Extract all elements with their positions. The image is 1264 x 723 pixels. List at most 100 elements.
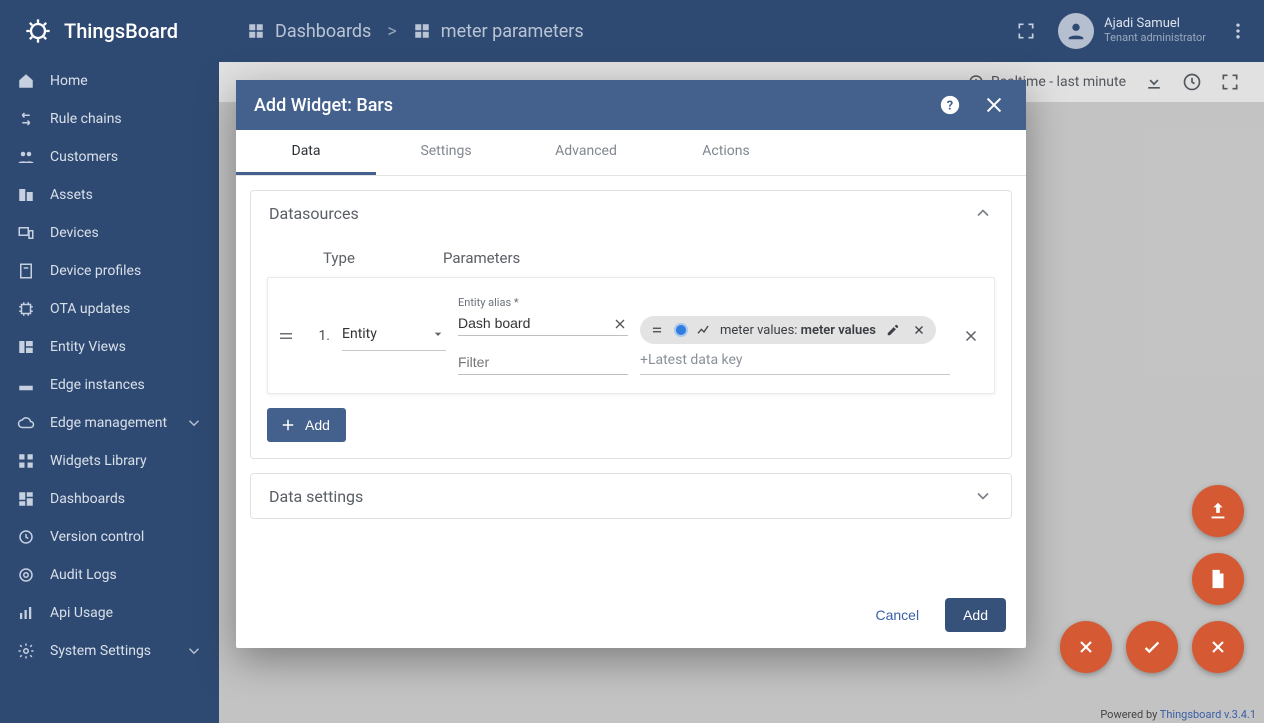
sidebar-item-edge-instances[interactable]: Edge instances <box>0 366 219 404</box>
sidebar-item-devices[interactable]: Devices <box>0 214 219 252</box>
sidebar-item-label: OTA updates <box>50 301 130 317</box>
sidebar-item-label: Version control <box>50 529 144 545</box>
sidebar-item-label: Devices <box>50 225 99 241</box>
data-key-chip[interactable]: meter values: meter values <box>640 316 936 344</box>
app-bar: ThingsBoard Dashboards > meter parameter… <box>0 0 1264 62</box>
gear-icon <box>16 641 36 661</box>
timeseries-icon <box>696 322 712 338</box>
clear-icon[interactable] <box>612 316 628 332</box>
add-label: Add <box>305 417 330 433</box>
sidebar-item-widgets-library[interactable]: Widgets Library <box>0 442 219 480</box>
breadcrumb-current[interactable]: meter parameters <box>413 21 584 42</box>
brand-name: ThingsBoard <box>64 19 178 43</box>
sidebar-item-audit-logs[interactable]: Audit Logs <box>0 556 219 594</box>
sidebar-item-home[interactable]: Home <box>0 62 219 100</box>
view-icon <box>16 337 36 357</box>
entity-alias-field: Entity alias * <box>458 296 628 336</box>
sidebar-item-system-settings[interactable]: System Settings <box>0 632 219 670</box>
sidebar: Home Rule chains Customers Assets Device… <box>0 62 219 723</box>
equals-icon <box>648 321 666 339</box>
datasources-header[interactable]: Datasources <box>251 191 1011 235</box>
sidebar-item-edge-management[interactable]: Edge management <box>0 404 219 442</box>
data-settings-card: Data settings <box>250 473 1012 519</box>
close-icon[interactable] <box>980 91 1008 119</box>
type-select[interactable]: Entity <box>342 321 446 351</box>
sidebar-item-label: Home <box>50 73 88 89</box>
appbar-right: Ajadi Samuel Tenant administrator <box>1012 13 1264 49</box>
tab-settings[interactable]: Settings <box>376 130 516 175</box>
sidebar-item-label: Api Usage <box>50 605 113 621</box>
fab-new-doc[interactable] <box>1192 553 1244 605</box>
fab-close[interactable] <box>1192 621 1244 673</box>
svg-text:?: ? <box>947 99 953 114</box>
entity-alias-input[interactable] <box>458 311 628 336</box>
sidebar-item-assets[interactable]: Assets <box>0 176 219 214</box>
user-name: Ajadi Samuel <box>1104 17 1206 32</box>
sidebar-item-version-control[interactable]: Version control <box>0 518 219 556</box>
sidebar-item-entity-views[interactable]: Entity Views <box>0 328 219 366</box>
sidebar-item-ota[interactable]: OTA updates <box>0 290 219 328</box>
dialog-title: Add Widget: Bars <box>254 95 393 116</box>
remove-chip-icon[interactable] <box>910 321 928 339</box>
drag-handle-icon[interactable] <box>274 324 298 348</box>
user-menu[interactable]: Ajadi Samuel Tenant administrator <box>1058 13 1206 49</box>
dialog-tabs: Data Settings Advanced Actions <box>236 130 1026 176</box>
cancel-button[interactable]: Cancel <box>869 599 925 631</box>
parameters-column: Entity alias * <box>458 296 950 375</box>
datasources-columns: Type Parameters <box>267 235 995 277</box>
fullscreen-icon[interactable] <box>1012 17 1040 45</box>
avatar-icon <box>1058 13 1094 49</box>
footer-link[interactable]: Thingsboard v.3.4.1 <box>1160 708 1256 721</box>
breadcrumb: Dashboards > meter parameters <box>219 21 584 42</box>
card-title: Datasources <box>269 204 359 223</box>
sidebar-item-dashboards[interactable]: Dashboards <box>0 480 219 518</box>
tab-label: Settings <box>420 143 471 159</box>
track-icon <box>16 565 36 585</box>
sidebar-item-customers[interactable]: Customers <box>0 138 219 176</box>
help-icon[interactable]: ? <box>936 91 964 119</box>
alias-label: Entity alias * <box>458 296 628 309</box>
tab-actions[interactable]: Actions <box>656 130 796 175</box>
fab-cancel[interactable] <box>1060 621 1112 673</box>
fab-confirm[interactable] <box>1126 621 1178 673</box>
devices-icon <box>16 223 36 243</box>
chevron-down-icon <box>973 486 993 506</box>
sidebar-item-label: Device profiles <box>50 263 141 279</box>
page-footer: Powered by Thingsboard v.3.4.1 <box>1100 708 1256 721</box>
brand-block: ThingsBoard <box>0 17 219 45</box>
sidebar-item-label: Rule chains <box>50 111 122 127</box>
sidebar-item-rule-chains[interactable]: Rule chains <box>0 100 219 138</box>
sidebar-item-label: Customers <box>50 149 118 165</box>
fab-stack <box>1060 485 1244 673</box>
add-datasource-button[interactable]: Add <box>267 408 346 442</box>
sidebar-item-label: Widgets Library <box>50 453 147 469</box>
add-data-key-input[interactable]: +Latest data key <box>640 352 950 368</box>
datasources-content: Type Parameters 1. Entity <box>251 235 1011 458</box>
home-icon <box>16 71 36 91</box>
fab-upload[interactable] <box>1192 485 1244 537</box>
color-swatch-icon <box>674 323 688 337</box>
breadcrumb-root-label: Dashboards <box>275 21 371 42</box>
user-text: Ajadi Samuel Tenant administrator <box>1104 17 1206 45</box>
sidebar-item-api-usage[interactable]: Api Usage <box>0 594 219 632</box>
add-button[interactable]: Add <box>945 598 1006 632</box>
filter-input[interactable] <box>458 350 628 375</box>
dialog-footer: Cancel Add <box>236 581 1026 648</box>
tab-data[interactable]: Data <box>236 130 376 175</box>
breadcrumb-dashboards[interactable]: Dashboards <box>247 21 371 42</box>
footer-prefix: Powered by <box>1100 708 1159 721</box>
sidebar-item-label: Assets <box>50 187 93 203</box>
datasource-row: 1. Entity Entity alias * <box>267 277 995 394</box>
sidebar-item-label: Edge management <box>50 415 167 431</box>
kebab-menu-icon[interactable] <box>1224 17 1252 45</box>
edit-icon[interactable] <box>884 321 902 339</box>
tab-label: Data <box>292 143 321 159</box>
sidebar-item-device-profiles[interactable]: Device profiles <box>0 252 219 290</box>
data-settings-header[interactable]: Data settings <box>251 474 1011 518</box>
sidebar-item-label: Entity Views <box>50 339 126 355</box>
sidebar-item-label: Edge instances <box>50 377 145 393</box>
dashboard-icon <box>16 489 36 509</box>
tab-advanced[interactable]: Advanced <box>516 130 656 175</box>
remove-row-icon[interactable] <box>962 327 980 345</box>
tab-label: Advanced <box>555 143 617 159</box>
